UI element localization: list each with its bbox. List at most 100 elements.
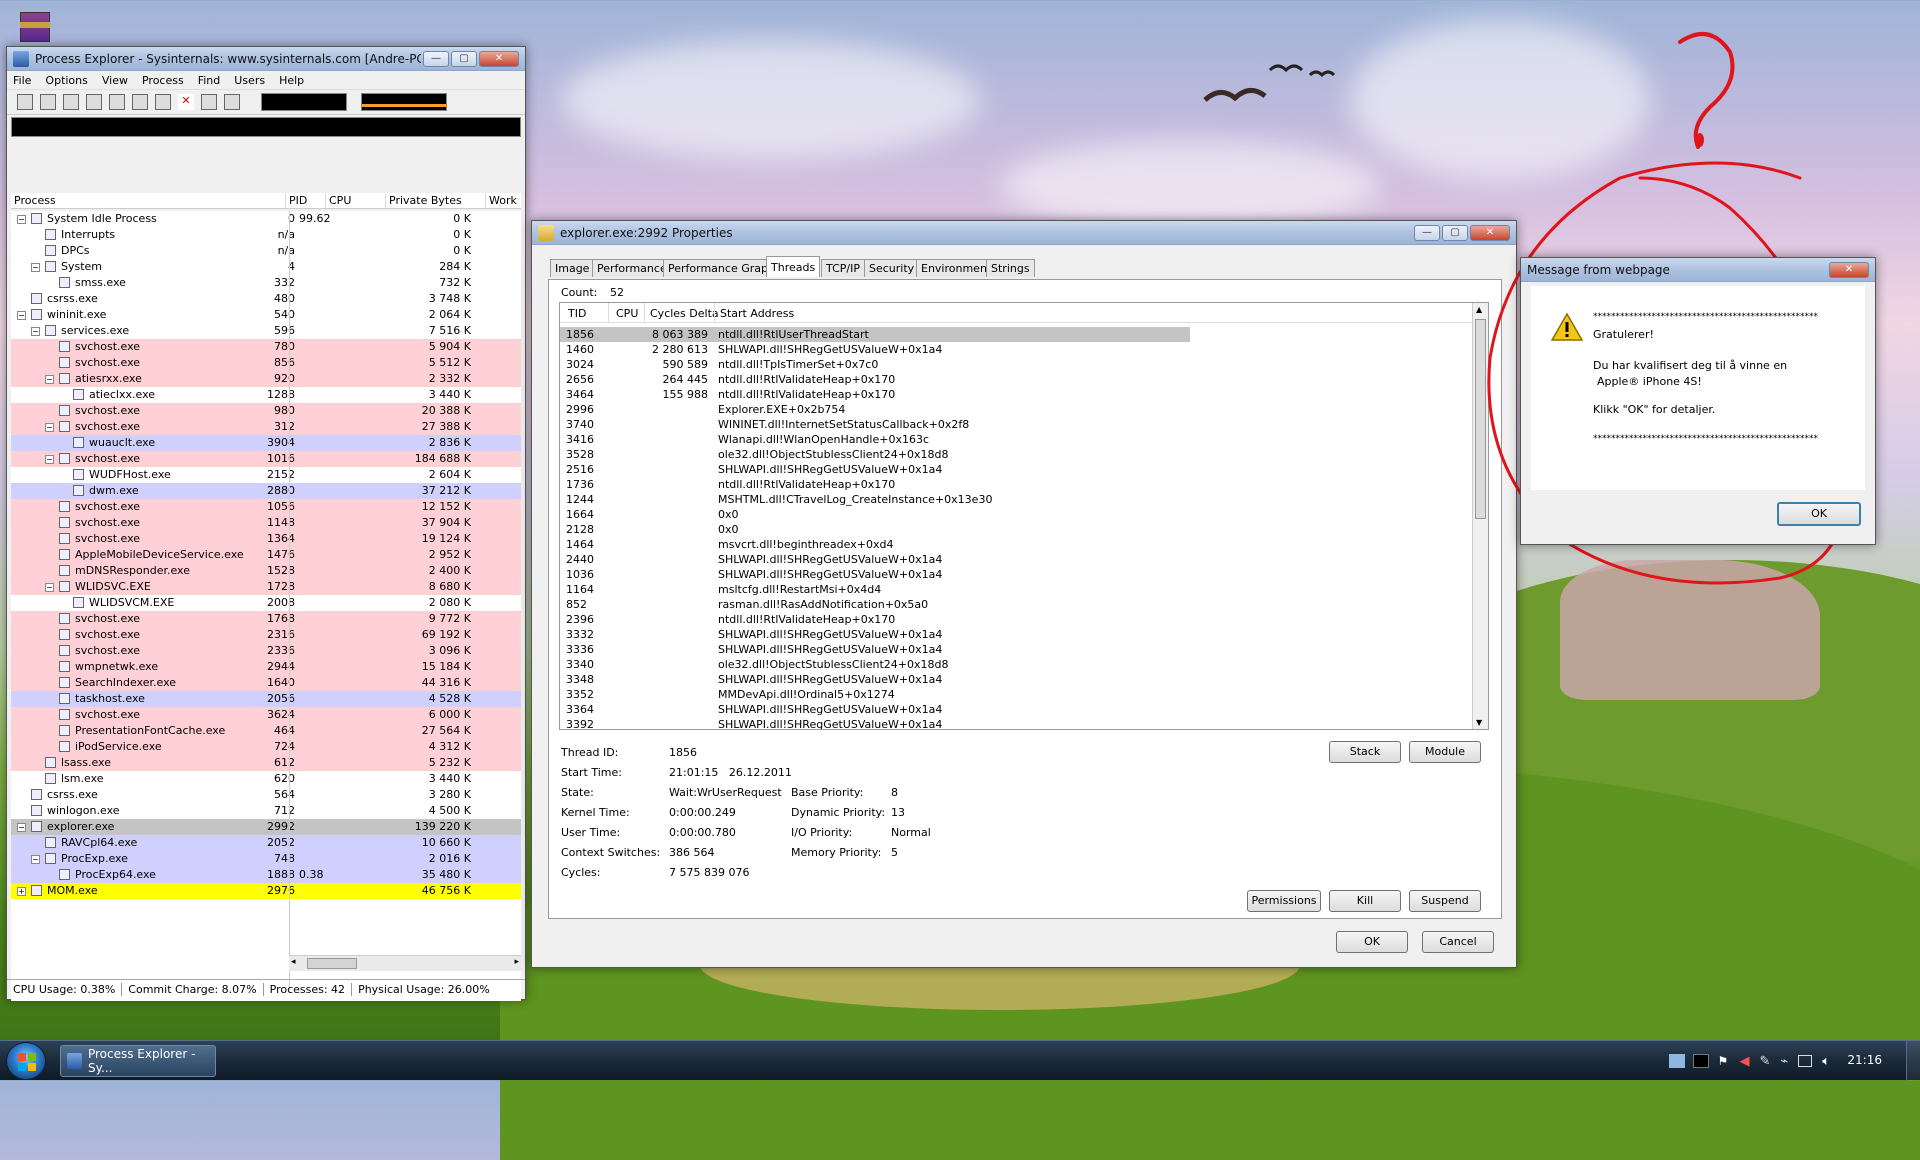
table-row[interactable]: WLIDSVCM.EXE 2008 2 080 K [11, 595, 521, 611]
column-process[interactable]: Process [11, 193, 286, 208]
table-row[interactable]: lsm.exe 620 3 440 K [11, 771, 521, 787]
table-row[interactable]: − atiesrxx.exe 920 2 332 K [11, 371, 521, 387]
thread-row[interactable]: 3528 ole32.dll!ObjectStublessClient24+0x1… [560, 447, 1472, 462]
thread-row[interactable]: 2396 ntdll.dll!RtlValidateHeap+0x170 [560, 612, 1472, 627]
table-row[interactable]: svchost.exe 2336 3 096 K [11, 643, 521, 659]
column-cpu[interactable]: CPU [326, 193, 386, 208]
thread-row[interactable]: 1664 0x0 [560, 507, 1472, 522]
column-cycles-delta[interactable]: Cycles Delta [650, 307, 719, 320]
black-tray-icon[interactable] [1693, 1054, 1710, 1068]
tree-expander-icon[interactable]: + [17, 887, 26, 896]
table-row[interactable]: csrss.exe 564 3 280 K [11, 787, 521, 803]
tree-expander-icon[interactable]: − [31, 327, 40, 336]
thread-row[interactable]: 3416 Wlanapi.dll!WlanOpenHandle+0x163c [560, 432, 1472, 447]
tab-performance[interactable]: Performance [592, 259, 672, 277]
table-row[interactable]: − svchost.exe 312 27 388 K [11, 419, 521, 435]
thread-row[interactable]: 3740 WININET.dll!InternetSetStatusCallbac… [560, 417, 1472, 432]
menu-users[interactable]: Users [234, 74, 265, 87]
tree-expander-icon[interactable]: − [45, 455, 54, 464]
dll-view-icon[interactable] [109, 94, 125, 110]
thread-row[interactable]: 852 rasman.dll!RasAddNotification+0x5a0 [560, 597, 1472, 612]
tab-security[interactable]: Security [864, 259, 920, 277]
menu-file[interactable]: File [13, 74, 31, 87]
thread-row[interactable]: 1036 SHLWAPI.dll!SHRegGetUSValueW+0x1a4 [560, 567, 1472, 582]
tree-expander-icon[interactable]: − [45, 375, 54, 384]
process-explorer-titlebar[interactable]: Process Explorer - Sysinternals: www.sys… [7, 47, 525, 71]
table-row[interactable]: svchost.exe 780 5 904 K [11, 339, 521, 355]
table-row[interactable]: DPCs n/a 0 K [11, 243, 521, 259]
column-private-bytes[interactable]: Private Bytes [386, 193, 486, 208]
thread-row[interactable]: 3340 ole32.dll!ObjectStublessClient24+0x1… [560, 657, 1472, 672]
tree-expander-icon[interactable]: − [17, 311, 26, 320]
kill-button[interactable]: Kill [1329, 890, 1401, 912]
table-row[interactable]: iPodService.exe 724 4 312 K [11, 739, 521, 755]
menu-options[interactable]: Options [45, 74, 87, 87]
minimize-button[interactable]: — [1414, 224, 1440, 241]
table-row[interactable]: svchost.exe 1364 19 124 K [11, 531, 521, 547]
column-thread-cpu[interactable]: CPU [616, 307, 638, 320]
cancel-button[interactable]: Cancel [1422, 931, 1494, 953]
table-row[interactable]: AppleMobileDeviceService.exe 1476 2 952 K [11, 547, 521, 563]
suspend-button[interactable]: Suspend [1409, 890, 1481, 912]
display-tray-icon[interactable] [1798, 1055, 1813, 1067]
column-pid[interactable]: PID [286, 193, 326, 208]
table-row[interactable]: svchost.exe 3624 6 000 K [11, 707, 521, 723]
stack-button[interactable]: Stack [1329, 741, 1401, 763]
refresh-icon[interactable] [40, 94, 56, 110]
io-graph[interactable] [11, 117, 521, 137]
table-row[interactable]: ProcExp64.exe 1888 0.38 35 480 K [11, 867, 521, 883]
thread-row[interactable]: 1460 2 280 613 SHLWAPI.dll!SHRegGetUSValue… [560, 342, 1472, 357]
table-row[interactable]: smss.exe 332 732 K [11, 275, 521, 291]
start-button[interactable] [6, 1042, 46, 1080]
thread-row[interactable]: 3348 SHLWAPI.dll!SHRegGetUSValueW+0x1a4 [560, 672, 1472, 687]
tree-expander-icon[interactable]: − [31, 855, 40, 864]
horizontal-scroll-thumb[interactable] [307, 958, 357, 969]
tab-performance-graph[interactable]: Performance Graph [663, 259, 780, 277]
maximize-button[interactable]: ▢ [1442, 224, 1468, 241]
table-row[interactable]: svchost.exe 1768 9 772 K [11, 611, 521, 627]
table-row[interactable]: wmpnetwk.exe 2944 15 184 K [11, 659, 521, 675]
table-row[interactable]: csrss.exe 480 3 748 K [11, 291, 521, 307]
thread-row[interactable]: 3024 590 589 ntdll.dll!TpIsTimerSet+0x7c0 [560, 357, 1472, 372]
usb-tray-icon[interactable]: ⌁ [1780, 1054, 1788, 1069]
column-tid[interactable]: TID [568, 307, 586, 320]
thread-row[interactable]: 3392 SHLWAPI.dll!SHRegGetUSValueW+0x1a4 [560, 717, 1472, 729]
table-row[interactable]: svchost.exe 1148 37 904 K [11, 515, 521, 531]
tab-image[interactable]: Image [550, 259, 595, 277]
thread-row[interactable]: 3352 MMDevApi.dll!Ordinal5+0x1274 [560, 687, 1472, 702]
table-row[interactable]: − ProcExp.exe 748 2 016 K [11, 851, 521, 867]
table-row[interactable]: winlogon.exe 712 4 500 K [11, 803, 521, 819]
table-row[interactable]: SearchIndexer.exe 1640 44 316 K [11, 675, 521, 691]
maximize-button[interactable]: ▢ [451, 50, 477, 67]
menu-find[interactable]: Find [198, 74, 221, 87]
table-row[interactable]: svchost.exe 856 5 512 K [11, 355, 521, 371]
thread-row[interactable]: 2516 SHLWAPI.dll!SHRegGetUSValueW+0x1a4 [560, 462, 1472, 477]
tree-expander-icon[interactable]: − [17, 215, 26, 224]
table-row[interactable]: mDNSResponder.exe 1528 2 400 K [11, 563, 521, 579]
flag-tray-icon[interactable]: ⚑ [1717, 1054, 1729, 1068]
thread-row[interactable]: 1164 msltcfg.dll!RestartMsi+0x4d4 [560, 582, 1472, 597]
table-row[interactable]: − svchost.exe 1016 184 688 K [11, 451, 521, 467]
menu-help[interactable]: Help [279, 74, 304, 87]
message-ok-button[interactable]: OK [1777, 502, 1861, 526]
tree-expander-icon[interactable]: − [31, 263, 40, 272]
table-row[interactable]: RAVCpl64.exe 2052 10 660 K [11, 835, 521, 851]
thread-row[interactable]: 2996 Explorer.EXE+0x2b754 [560, 402, 1472, 417]
tree-icon[interactable] [86, 94, 102, 110]
thread-row[interactable]: 3336 SHLWAPI.dll!SHRegGetUSValueW+0x1a4 [560, 642, 1472, 657]
table-row[interactable]: svchost.exe 2316 69 192 K [11, 627, 521, 643]
taskbar-clock[interactable]: 21:16 [1847, 1053, 1882, 1067]
thread-row[interactable]: 1244 MSHTML.dll!CTravelLog_CreateInstance… [560, 492, 1472, 507]
taskbar-item-process-explorer[interactable]: Process Explorer - Sy... [60, 1045, 216, 1077]
thread-row[interactable]: 3332 SHLWAPI.dll!SHRegGetUSValueW+0x1a4 [560, 627, 1472, 642]
kill-process-icon[interactable]: ✕ [178, 94, 194, 110]
thread-row[interactable]: 2440 SHLWAPI.dll!SHRegGetUSValueW+0x1a4 [560, 552, 1472, 567]
save-icon[interactable] [17, 94, 33, 110]
table-row[interactable]: atieclxx.exe 1288 3 440 K [11, 387, 521, 403]
table-row[interactable]: taskhost.exe 2056 4 528 K [11, 691, 521, 707]
find-icon[interactable] [201, 94, 217, 110]
thread-row[interactable]: 3364 SHLWAPI.dll!SHRegGetUSValueW+0x1a4 [560, 702, 1472, 717]
table-row[interactable]: − WLIDSVC.EXE 1728 8 680 K [11, 579, 521, 595]
tab-strings[interactable]: Strings [986, 259, 1035, 277]
network-tray-icon[interactable] [1669, 1054, 1686, 1068]
